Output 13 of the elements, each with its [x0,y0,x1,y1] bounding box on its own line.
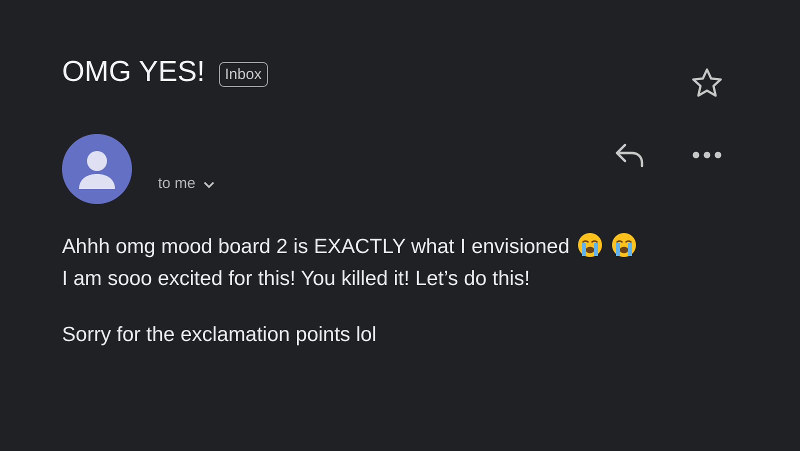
message-text: I am sooo excited for this! You killed it! Let’s do this! [62,267,530,290]
avatar-icon[interactable] [62,134,132,204]
email-subject: OMG YES! [62,56,205,88]
more-options-icon[interactable] [692,151,722,159]
crying-face-icon [611,232,638,258]
star-icon[interactable] [690,66,724,100]
reply-icon[interactable] [614,142,646,168]
crying-face-icon [577,232,604,258]
message-text: Sorry for the exclamation points lol [62,323,376,346]
recipient-dropdown[interactable]: to me [158,174,215,192]
chevron-icon [202,181,215,189]
message-text: Ahhh omg mood board 2 is EXACTLY what I envisioned [62,235,570,258]
inbox-label[interactable]: Inbox [218,62,268,86]
